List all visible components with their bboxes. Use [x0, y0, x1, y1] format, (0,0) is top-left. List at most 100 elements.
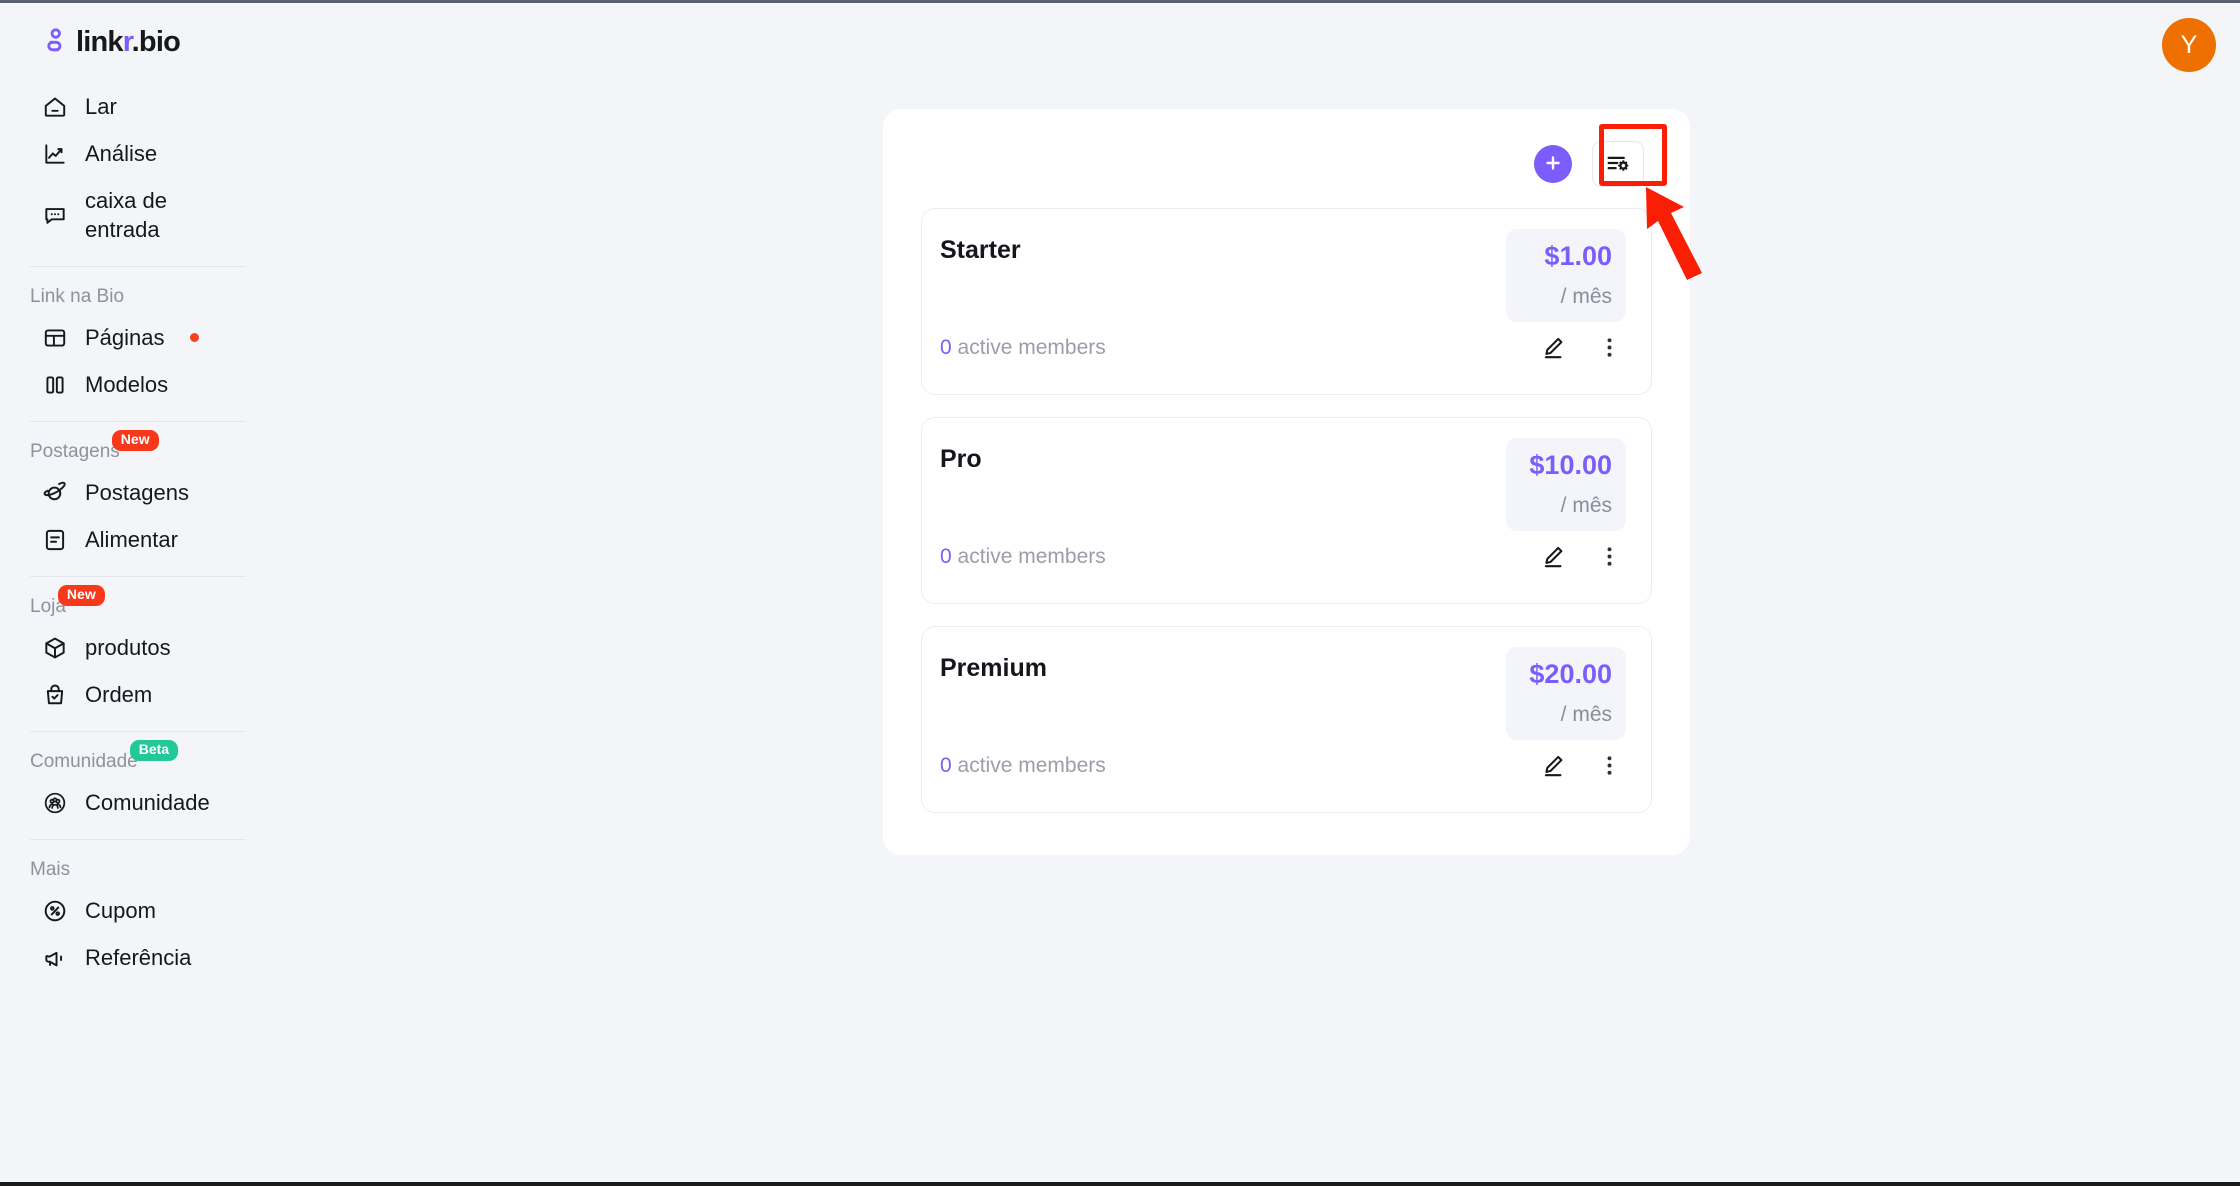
sidebar-divider: [30, 839, 246, 841]
sidebar-item-label: Análise: [85, 141, 158, 167]
plan-price-box: $20.00 / mês: [1506, 647, 1626, 740]
sidebar-section-comunidade: Comunidade Beta: [0, 740, 179, 779]
plan-members-count: 0: [940, 336, 952, 359]
plan-more-button[interactable]: [1592, 330, 1627, 368]
sidebar-item-label: Alimentar: [85, 527, 178, 553]
edit-plan-button[interactable]: [1536, 539, 1571, 577]
sidebar-divider: [30, 576, 246, 578]
section-title: Mais: [30, 859, 71, 881]
columns-icon: [42, 372, 68, 398]
plan-period: / mês: [1560, 284, 1612, 308]
plan-members-label: active members: [957, 754, 1106, 777]
sidebar-item-cupom[interactable]: Cupom: [0, 887, 248, 934]
sidebar-item-alimentar[interactable]: Alimentar: [0, 516, 248, 563]
plan-price-box: $1.00 / mês: [1506, 229, 1626, 322]
more-vertical-icon: [1596, 334, 1623, 364]
sidebar-divider: [30, 731, 246, 733]
add-plan-button[interactable]: [1534, 145, 1572, 183]
plan-card[interactable]: Starter $1.00 / mês 0 active members: [921, 208, 1652, 395]
sidebar-item-label: Modelos: [85, 372, 169, 398]
plus-icon: [1542, 152, 1564, 177]
plan-members: 0 active members: [940, 336, 1106, 360]
shopping-bag-check-icon: [42, 682, 68, 708]
new-badge: New: [57, 585, 105, 606]
edit-plan-button[interactable]: [1536, 330, 1571, 368]
plan-card[interactable]: Premium $20.00 / mês 0 active members: [921, 626, 1652, 813]
chart-line-icon: [42, 141, 68, 167]
more-vertical-icon: [1596, 752, 1623, 782]
sidebar-item-label: caixa de entrada: [85, 188, 167, 243]
sidebar-section-postagens: Postagens New: [0, 430, 159, 469]
pencil-icon: [1540, 543, 1567, 573]
plan-members-label: active members: [957, 545, 1106, 568]
home-icon: [42, 94, 68, 120]
megaphone-icon: [42, 945, 68, 971]
plan-members-count: 0: [940, 545, 952, 568]
sidebar-item-caixa-de-entrada[interactable]: caixa de entrada: [0, 177, 248, 253]
inbox-message-icon: [42, 202, 68, 228]
plan-members-count: 0: [940, 754, 952, 777]
plan-actions: [1536, 330, 1627, 368]
sidebar-group-loja: produtos Ordem: [0, 624, 248, 718]
sidebar-item-label: Comunidade: [85, 790, 210, 816]
section-title: Link na Bio: [30, 286, 125, 308]
list-settings-button[interactable]: [1592, 141, 1644, 187]
planet-icon: [42, 480, 68, 506]
sidebar: linkr.bio Lar Análise caixa de entrada L…: [0, 3, 248, 1182]
plan-period: / mês: [1560, 493, 1612, 517]
plan-actions: [1536, 539, 1627, 577]
sidebar-section-mais: Mais: [0, 853, 70, 887]
sidebar-divider: [30, 421, 246, 423]
plan-price: $1.00: [1544, 241, 1612, 271]
sidebar-group-comunidade: Comunidade: [0, 779, 248, 826]
feed-document-icon: [42, 527, 68, 553]
plan-card[interactable]: Pro $10.00 / mês 0 active members: [921, 417, 1652, 604]
plans-list: Starter $1.00 / mês 0 active members Pro…: [883, 187, 1690, 813]
sidebar-item-paginas[interactable]: Páginas: [0, 314, 248, 361]
list-settings-icon: [1604, 149, 1632, 180]
plan-members: 0 active members: [940, 545, 1106, 569]
sidebar-item-ordem[interactable]: Ordem: [0, 671, 248, 718]
plan-more-button[interactable]: [1592, 748, 1627, 786]
person-link-icon: [42, 27, 72, 57]
plan-more-button[interactable]: [1592, 539, 1627, 577]
plan-price: $20.00: [1529, 659, 1612, 689]
sidebar-primary-group: Lar Análise caixa de entrada: [0, 83, 248, 253]
pencil-icon: [1540, 334, 1567, 364]
sidebar-divider: [30, 266, 246, 268]
more-vertical-icon: [1596, 543, 1623, 573]
beta-badge: Beta: [129, 740, 179, 761]
sidebar-section-loja: Loja New: [0, 585, 105, 624]
sidebar-group-postagens: Postagens Alimentar: [0, 469, 248, 563]
brand-name: linkr.bio: [76, 25, 181, 58]
section-title: Postagens: [30, 441, 120, 463]
brand-logo[interactable]: linkr.bio: [0, 3, 248, 57]
sidebar-item-label: Cupom: [85, 898, 156, 924]
avatar[interactable]: Y: [2162, 18, 2216, 72]
edit-plan-button[interactable]: [1536, 748, 1571, 786]
layout-panel-icon: [42, 325, 68, 351]
sidebar-group-mais: Cupom Referência: [0, 887, 248, 981]
sidebar-item-analise[interactable]: Análise: [0, 130, 248, 177]
sidebar-item-label: Referência: [85, 945, 192, 971]
sidebar-item-produtos[interactable]: produtos: [0, 624, 248, 671]
plan-period: / mês: [1560, 702, 1612, 726]
sidebar-group-link-na-bio: Páginas Modelos: [0, 314, 248, 408]
people-group-icon: [42, 790, 68, 816]
sidebar-item-label: Lar: [85, 94, 117, 119]
sidebar-section-link-na-bio: Link na Bio: [0, 280, 124, 314]
plan-price-box: $10.00 / mês: [1506, 438, 1626, 531]
sidebar-item-referencia[interactable]: Referência: [0, 934, 248, 981]
sidebar-item-postagens[interactable]: Postagens: [0, 469, 248, 516]
sidebar-item-label: Postagens: [85, 480, 189, 506]
pencil-icon: [1540, 752, 1567, 782]
sidebar-item-comunidade[interactable]: Comunidade: [0, 779, 248, 826]
new-badge: New: [111, 430, 159, 451]
panel-toolbar: [883, 109, 1690, 187]
section-title: Comunidade: [30, 751, 138, 773]
avatar-initial: Y: [2180, 30, 2198, 59]
sidebar-item-lar[interactable]: Lar: [0, 83, 248, 130]
sidebar-item-label: produtos: [85, 635, 171, 661]
sidebar-item-modelos[interactable]: Modelos: [0, 361, 248, 408]
notification-dot-icon: [189, 333, 199, 343]
